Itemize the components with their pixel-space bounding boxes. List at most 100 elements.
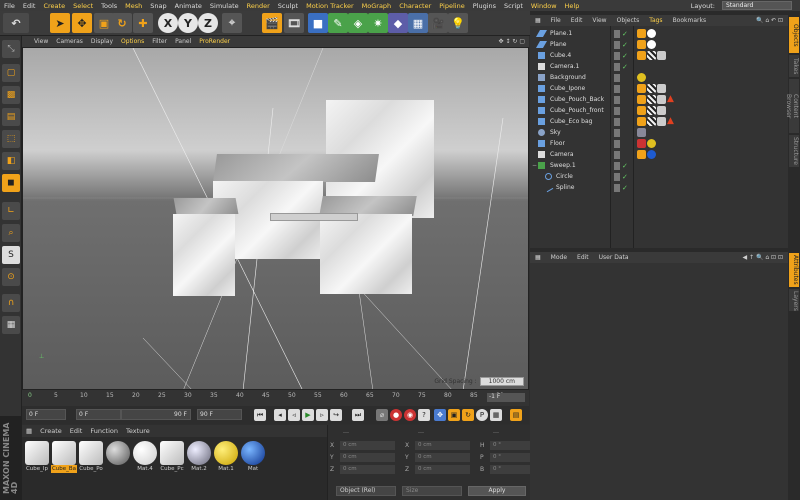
visibility-dots[interactable] bbox=[614, 95, 620, 104]
material-menu-texture[interactable]: Texture bbox=[122, 427, 154, 435]
object-manager-nav-icons[interactable]: 🔍 ⌂ ↶ ⊡ bbox=[751, 17, 788, 24]
texture-tag-icon[interactable] bbox=[647, 51, 656, 60]
coord-size-dropdown[interactable]: Size bbox=[402, 486, 462, 496]
warning-icon[interactable]: ▲ bbox=[667, 95, 676, 104]
menu-sculpt[interactable]: Sculpt bbox=[274, 2, 302, 10]
object-menu-bookmarks[interactable]: Bookmarks bbox=[668, 17, 712, 24]
material-tag-icon[interactable] bbox=[657, 84, 666, 93]
goto-end-icon[interactable]: ⏭ bbox=[352, 409, 364, 421]
object-row[interactable]: Camera.1 ✓ bbox=[530, 61, 788, 72]
material-menu-function[interactable]: Function bbox=[86, 427, 122, 435]
menu-help[interactable]: Help bbox=[561, 2, 584, 10]
menu-edit[interactable]: Edit bbox=[19, 2, 40, 10]
menu-motion-tracker[interactable]: Motion Tracker bbox=[302, 2, 358, 10]
move-tool-icon[interactable]: ✥ bbox=[72, 13, 92, 33]
visibility-dots[interactable] bbox=[614, 139, 620, 148]
material-tag-icon[interactable] bbox=[647, 150, 656, 159]
viewport-menu-prorender[interactable]: ProRender bbox=[195, 38, 234, 45]
material-tag-icon[interactable] bbox=[657, 95, 666, 104]
viewport-menu-display[interactable]: Display bbox=[87, 38, 117, 45]
material-tag-icon[interactable] bbox=[647, 29, 656, 38]
keyframe-selection-icon[interactable]: ⌀ bbox=[376, 409, 388, 421]
workplane-icon[interactable]: ▤ bbox=[2, 108, 20, 126]
array-icon[interactable]: ✷ bbox=[368, 13, 388, 33]
attributes-nav-icons[interactable]: ◀ ↑ 🔍 ⌂ ⊡ ⊡ bbox=[737, 254, 788, 261]
menu-window[interactable]: Window bbox=[527, 2, 561, 10]
material-menu-edit[interactable]: Edit bbox=[66, 427, 87, 435]
material-item[interactable]: Mat.4 bbox=[132, 441, 158, 473]
visibility-dots[interactable] bbox=[614, 51, 620, 60]
tab-objects[interactable]: Objects bbox=[789, 17, 799, 53]
tag-icon[interactable] bbox=[637, 117, 646, 126]
menu-pipeline[interactable]: Pipeline bbox=[435, 2, 468, 10]
enabled-check-icon[interactable]: ✓ bbox=[622, 173, 628, 181]
undo-icon[interactable]: ↶ bbox=[3, 13, 29, 33]
edges-mode-icon[interactable]: ◧ bbox=[2, 152, 20, 170]
material-menu-icon[interactable]: ▦ bbox=[22, 427, 36, 435]
tab-content-browser[interactable]: Content Browser bbox=[785, 79, 799, 133]
coordinate-system-icon[interactable]: ⌖ bbox=[222, 13, 242, 33]
object-row[interactable]: Cube_Eco bag ▲ bbox=[530, 116, 788, 127]
object-row[interactable]: Floor bbox=[530, 138, 788, 149]
material-tag-icon[interactable] bbox=[647, 139, 656, 148]
object-menu-objects[interactable]: Objects bbox=[612, 17, 645, 24]
floor-icon[interactable]: ▦ bbox=[408, 13, 428, 33]
object-row[interactable]: Spline ✓ bbox=[530, 182, 788, 193]
texture-mode-icon[interactable]: ▩ bbox=[2, 86, 20, 104]
material-item[interactable] bbox=[105, 441, 131, 473]
material-tag-icon[interactable] bbox=[657, 117, 666, 126]
enabled-check-icon[interactable]: ✓ bbox=[622, 30, 628, 38]
material-item[interactable]: Cube_Po bbox=[78, 441, 104, 473]
tab-structure[interactable]: Structure bbox=[789, 135, 799, 167]
model-mode-icon[interactable]: ▢ bbox=[2, 64, 20, 82]
last-tool-icon[interactable]: ✚ bbox=[133, 13, 153, 33]
preview-max-field[interactable]: 90 F bbox=[121, 409, 191, 420]
enabled-check-icon[interactable]: ✓ bbox=[622, 41, 628, 49]
tag-icon[interactable] bbox=[637, 84, 646, 93]
visibility-dots[interactable] bbox=[614, 117, 620, 126]
light-icon[interactable]: 💡 bbox=[448, 13, 468, 33]
current-frame-field[interactable]: -1 F bbox=[487, 393, 525, 402]
attributes-menu-mode[interactable]: Mode bbox=[546, 254, 572, 261]
object-row[interactable]: Plane.1 ✓ bbox=[530, 28, 788, 39]
tab-layers[interactable]: Layers bbox=[789, 289, 799, 311]
enabled-check-icon[interactable]: ✓ bbox=[622, 162, 628, 170]
visibility-dots[interactable] bbox=[614, 150, 620, 159]
solo-icon[interactable]: ⊙ bbox=[2, 268, 20, 286]
menu-simulate[interactable]: Simulate bbox=[206, 2, 243, 10]
visibility-dots[interactable] bbox=[614, 106, 620, 115]
material-item[interactable]: Mat bbox=[240, 441, 266, 473]
object-row[interactable]: Cube_Pouch_Back ▲ bbox=[530, 94, 788, 105]
material-item[interactable]: Cube_Ip bbox=[24, 441, 50, 473]
enabled-check-icon[interactable]: ✓ bbox=[622, 63, 628, 71]
pen-spline-icon[interactable]: ✎ bbox=[328, 13, 348, 33]
goto-prev-key-icon[interactable]: ◂ bbox=[274, 409, 286, 421]
viewport-menu-options[interactable]: Options bbox=[117, 38, 148, 45]
end-frame-field[interactable]: 90 F bbox=[197, 409, 242, 420]
snap-icon[interactable]: S bbox=[2, 246, 20, 264]
object-menu-view[interactable]: View bbox=[587, 17, 611, 24]
menu-script[interactable]: Script bbox=[500, 2, 527, 10]
cube-right[interactable] bbox=[320, 214, 412, 294]
y-axis-icon[interactable]: Y bbox=[178, 13, 198, 33]
texture-tag-icon[interactable] bbox=[647, 95, 656, 104]
visibility-dots[interactable] bbox=[614, 84, 620, 93]
visibility-dots[interactable] bbox=[614, 73, 620, 82]
tag-icon[interactable] bbox=[637, 106, 646, 115]
tag-icon[interactable] bbox=[637, 51, 646, 60]
texture-tag-icon[interactable] bbox=[647, 106, 656, 115]
key-scale-icon[interactable]: ▣ bbox=[448, 409, 460, 421]
key-icon[interactable]: ? bbox=[418, 409, 430, 421]
material-tag-icon[interactable] bbox=[647, 40, 656, 49]
viewport-menu-filter[interactable]: Filter bbox=[148, 38, 171, 45]
material-item[interactable]: Cube_Ba bbox=[51, 441, 77, 473]
select-tool-icon[interactable]: ➤ bbox=[50, 13, 70, 33]
visibility-dots[interactable] bbox=[614, 40, 620, 49]
compositing-tag-icon[interactable] bbox=[637, 139, 646, 148]
camera-icon[interactable]: 🎥 bbox=[428, 13, 448, 33]
object-row[interactable]: Cube.4 ✓ bbox=[530, 50, 788, 61]
tab-takes[interactable]: Takes bbox=[789, 55, 799, 77]
viewport-nav-icons[interactable]: ✥ ↕ ↻ ▢ bbox=[495, 38, 529, 45]
timeline-ruler[interactable]: 0 5 10 15 20 25 30 35 40 45 50 55 60 65 … bbox=[28, 392, 504, 402]
menu-plugins[interactable]: Plugins bbox=[469, 2, 500, 10]
